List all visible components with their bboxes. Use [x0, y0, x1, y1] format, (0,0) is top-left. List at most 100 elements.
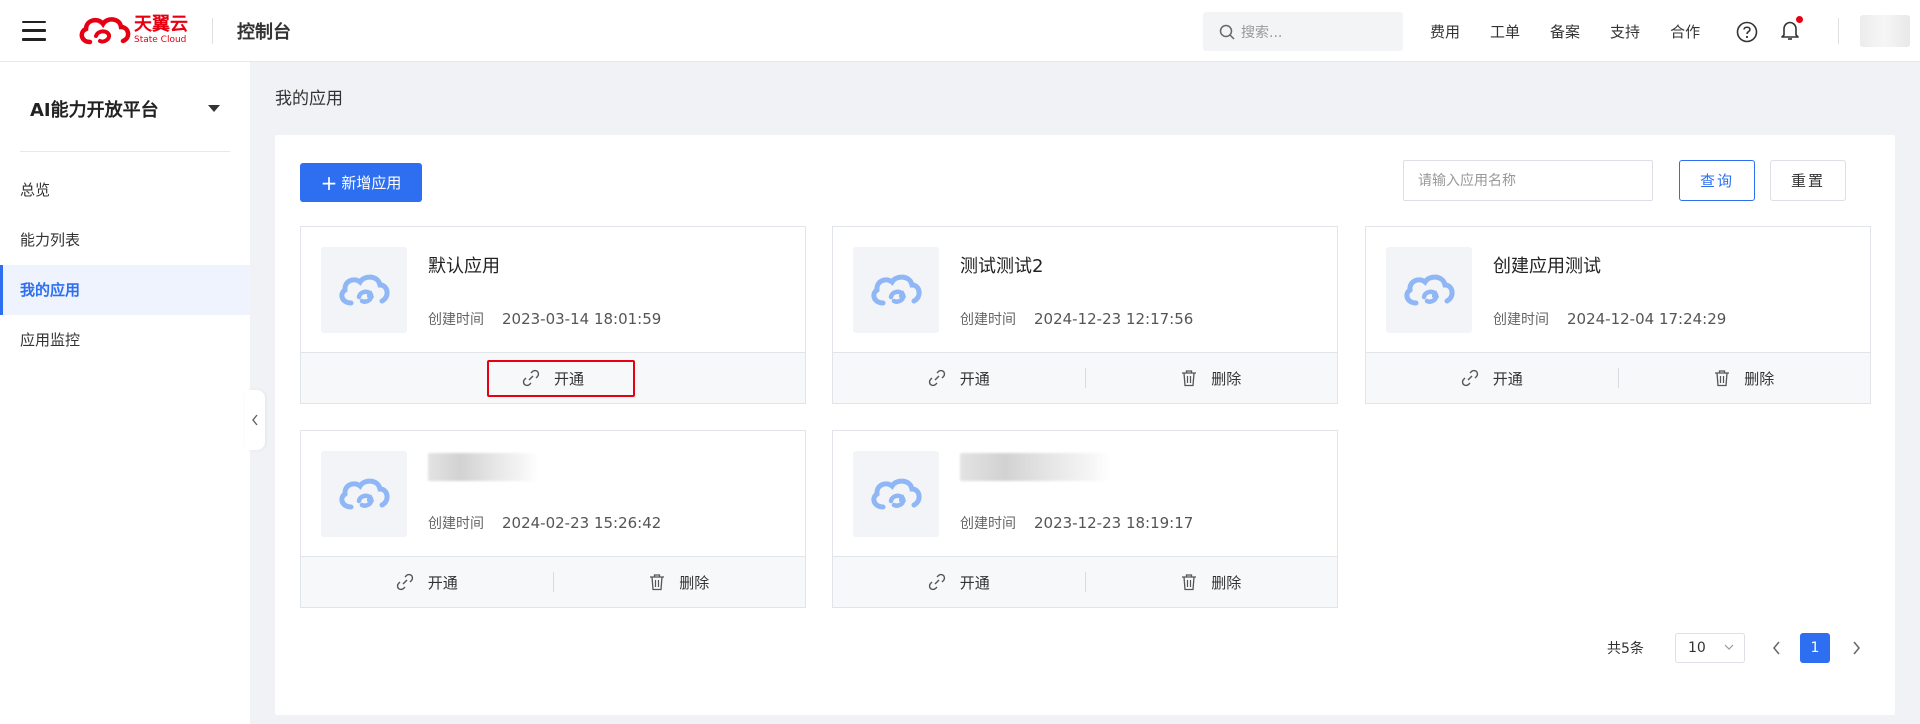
search-placeholder: 搜索...: [1241, 24, 1283, 41]
cloud-app-icon: [853, 451, 939, 537]
app-card[interactable]: 创建时间 2023-12-23 18:19:17 开通 删除: [832, 430, 1338, 608]
nav-partner[interactable]: 合作: [1670, 21, 1700, 42]
add-app-button[interactable]: + 新增应用: [300, 163, 422, 202]
sidebar-item-capability-list[interactable]: 能力列表: [0, 215, 250, 265]
app-card[interactable]: 创建应用测试创建时间 2024-12-04 17:24:29 开通 删除: [1365, 226, 1871, 404]
app-name[interactable]: [428, 453, 538, 481]
sidebar-item-app-monitor[interactable]: 应用监控: [0, 315, 250, 365]
prev-page-icon[interactable]: [1772, 639, 1782, 657]
trash-icon: [1181, 369, 1211, 387]
avatar[interactable]: [1860, 15, 1910, 47]
open-label: 开通: [427, 573, 458, 592]
top-icons: [1736, 16, 1803, 45]
console-title[interactable]: 控制台: [237, 18, 291, 44]
link-icon: [928, 369, 960, 387]
hamburger-menu-icon[interactable]: [22, 20, 46, 41]
trash-icon: [1714, 369, 1744, 387]
page-number-current[interactable]: 1: [1800, 633, 1830, 663]
created-time: 创建时间 2023-03-14 18:01:59: [428, 309, 661, 329]
delete-label: 删除: [1744, 369, 1775, 388]
cloud-app-icon: [321, 247, 407, 333]
trash-icon: [1181, 573, 1211, 591]
brand-subtitle: State Cloud: [134, 35, 187, 45]
open-label: 开通: [1492, 369, 1523, 388]
divider: [1838, 18, 1839, 44]
app-card-actions: 开通 删除: [833, 353, 1337, 403]
app-card-body: 测试测试2 创建时间 2024-12-23 12:17:56: [833, 227, 1337, 353]
delete-button[interactable]: 删除: [1086, 557, 1338, 607]
app-name[interactable]: 默认应用: [428, 252, 500, 278]
help-icon[interactable]: [1736, 21, 1758, 43]
nav-filing[interactable]: 备案: [1550, 21, 1580, 42]
created-time: 创建时间 2023-12-23 18:19:17: [960, 513, 1193, 533]
sidebar-item-my-apps[interactable]: 我的应用: [0, 265, 250, 315]
link-icon: [522, 369, 554, 387]
delete-button[interactable]: 删除: [554, 557, 806, 607]
search-icon: [1219, 24, 1235, 40]
created-value: 2024-02-23 15:26:42: [502, 514, 662, 532]
app-name[interactable]: 创建应用测试: [1493, 252, 1601, 278]
total-count: 共5条: [1607, 641, 1644, 657]
caret-down-icon: [208, 105, 220, 112]
brand-logo[interactable]: 天翼云 State Cloud: [76, 14, 188, 48]
open-label: 开通: [959, 369, 990, 388]
open-button[interactable]: 开通: [301, 557, 553, 607]
open-button[interactable]: 开通: [833, 557, 1085, 607]
created-time: 创建时间 2024-12-04 17:24:29: [1493, 309, 1726, 329]
apps-panel: + 新增应用 查询 重置 默认应用创建时间 2023-03-14 18:01:59…: [275, 135, 1895, 715]
open-label: 开通: [959, 573, 990, 592]
top-nav: 费用 工单 备案 支持 合作: [1430, 0, 1730, 62]
app-card[interactable]: 默认应用创建时间 2023-03-14 18:01:59 开通: [300, 226, 806, 404]
nav-support[interactable]: 支持: [1610, 21, 1640, 42]
platform-selector[interactable]: AI能力开放平台: [20, 84, 230, 152]
created-time: 创建时间 2024-12-23 12:17:56: [960, 309, 1193, 329]
created-value: 2023-12-23 18:19:17: [1034, 514, 1194, 532]
created-time: 创建时间 2024-02-23 15:26:42: [428, 513, 661, 533]
open-label: 开通: [553, 369, 584, 388]
created-value: 2024-12-23 12:17:56: [1034, 310, 1194, 328]
reset-button[interactable]: 重置: [1770, 160, 1846, 201]
sidebar-collapse-button[interactable]: [245, 390, 265, 450]
delete-label: 删除: [1211, 369, 1242, 388]
delete-label: 删除: [1211, 573, 1242, 592]
open-button[interactable]: 开通: [833, 353, 1085, 403]
sidebar: AI能力开放平台 总览 能力列表 我的应用 应用监控: [0, 62, 250, 724]
nav-tickets[interactable]: 工单: [1490, 21, 1520, 42]
add-app-label: 新增应用: [341, 174, 402, 192]
nav-billing[interactable]: 费用: [1430, 21, 1460, 42]
sidebar-menu: 总览 能力列表 我的应用 应用监控: [0, 165, 250, 365]
delete-button[interactable]: 删除: [1619, 353, 1871, 403]
app-card-actions: 开通 删除: [301, 557, 805, 607]
cloud-app-icon: [321, 451, 407, 537]
app-card[interactable]: 创建时间 2024-02-23 15:26:42 开通 删除: [300, 430, 806, 608]
cloud-app-icon: [853, 247, 939, 333]
open-button[interactable]: 开通: [301, 353, 805, 403]
app-card-actions: 开通 删除: [833, 557, 1337, 607]
query-button[interactable]: 查询: [1679, 160, 1755, 201]
chevron-down-icon: [1724, 644, 1734, 650]
platform-title: AI能力开放平台: [30, 99, 159, 121]
top-bar: 天翼云 State Cloud 控制台 搜索... 费用 工单 备案 支持 合作: [0, 0, 1920, 62]
page-size-select[interactable]: 10: [1675, 633, 1745, 663]
app-name-search-input[interactable]: [1403, 160, 1653, 201]
sidebar-item-overview[interactable]: 总览: [0, 165, 250, 215]
delete-button[interactable]: 删除: [1086, 353, 1338, 403]
trash-icon: [649, 573, 679, 591]
global-search-input[interactable]: 搜索...: [1203, 12, 1403, 51]
link-icon: [396, 573, 428, 591]
app-card-actions: 开通 删除: [1366, 353, 1870, 403]
notification-bell-icon[interactable]: [1780, 16, 1803, 45]
pagination: 共5条 10 1: [275, 633, 1895, 665]
app-card[interactable]: 测试测试2 创建时间 2024-12-23 12:17:56 开通 删除: [832, 226, 1338, 404]
brand-name: 天翼云: [134, 14, 188, 35]
app-card-body: 创建时间 2023-12-23 18:19:17: [833, 431, 1337, 557]
created-value: 2024-12-04 17:24:29: [1567, 310, 1727, 328]
delete-label: 删除: [679, 573, 710, 592]
next-page-icon[interactable]: [1851, 639, 1861, 657]
app-name[interactable]: [960, 453, 1110, 481]
app-name[interactable]: 测试测试2: [960, 252, 1043, 278]
app-card-actions: 开通: [301, 353, 805, 403]
link-icon: [928, 573, 960, 591]
open-button[interactable]: 开通: [1366, 353, 1618, 403]
plus-icon: +: [320, 170, 338, 195]
